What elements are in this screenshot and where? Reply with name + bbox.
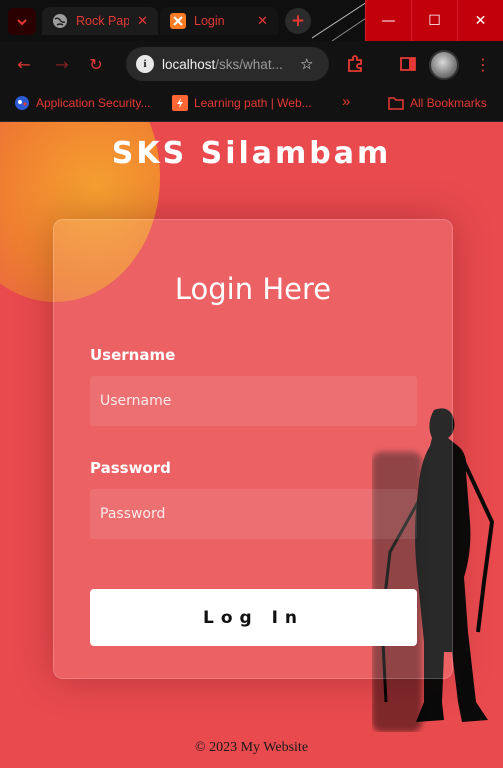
- bookmark-star-icon[interactable]: ☆: [300, 55, 313, 73]
- app-security-icon: [14, 95, 30, 111]
- side-panel-icon: [400, 57, 416, 71]
- arrow-right-icon: →: [55, 54, 69, 74]
- menu-button[interactable]: ⋮: [473, 54, 493, 74]
- close-icon[interactable]: ✕: [257, 14, 268, 29]
- tab-rock-paper[interactable]: Rock Pape ✕: [42, 7, 158, 35]
- url-text: localhost/sks/what...: [162, 56, 283, 72]
- bookmark-item[interactable]: Application Security...: [14, 95, 151, 111]
- bookmarks-overflow-button[interactable]: »: [342, 93, 350, 110]
- portswigger-icon: [172, 95, 188, 111]
- footer-text: © 2023 My Website: [194, 740, 309, 755]
- profile-avatar[interactable]: [429, 50, 459, 80]
- theme-decoration: [312, 1, 372, 41]
- minimize-icon: —: [381, 12, 396, 29]
- minimize-button[interactable]: —: [365, 0, 411, 41]
- login-heading: Login Here: [174, 272, 332, 306]
- globe-icon: [52, 13, 68, 29]
- address-bar[interactable]: i localhost/sks/what... ☆: [126, 47, 329, 81]
- login-card: Login Here Username Password Log In: [53, 219, 453, 679]
- username-input[interactable]: [90, 376, 417, 426]
- chevron-down-icon: [17, 18, 27, 25]
- close-icon: ✕: [474, 12, 487, 29]
- plus-icon: +: [290, 11, 306, 31]
- tab-search-button[interactable]: [8, 8, 36, 35]
- close-icon[interactable]: ✕: [137, 14, 148, 29]
- folder-icon: [388, 95, 404, 111]
- tab-title: Login: [194, 14, 225, 28]
- site-title: SKS Silambam: [111, 136, 392, 171]
- maximize-button[interactable]: ☐: [411, 0, 457, 41]
- bookmark-item[interactable]: Learning path | Web...: [172, 95, 312, 111]
- back-button[interactable]: ←: [14, 54, 34, 74]
- bookmarks-bar: Application Security... Learning path | …: [0, 87, 503, 122]
- tab-strip: Rock Pape ✕ Login ✕ + — ☐ ✕: [0, 0, 503, 41]
- all-bookmarks-button[interactable]: All Bookmarks: [388, 95, 487, 111]
- side-panel-button[interactable]: [398, 54, 418, 74]
- username-label: Username: [90, 346, 176, 364]
- arrow-left-icon: ←: [17, 54, 31, 74]
- tab-title: Rock Pape: [76, 14, 130, 28]
- reload-button[interactable]: ↻: [86, 54, 106, 74]
- xampp-icon: [170, 13, 186, 29]
- info-icon[interactable]: i: [136, 55, 154, 73]
- extensions-button[interactable]: [345, 54, 365, 74]
- window-controls: — ☐ ✕: [365, 0, 503, 41]
- browser-toolbar: ← → ↻ i localhost/sks/what... ☆ ⋮: [0, 41, 503, 87]
- password-label: Password: [90, 459, 171, 477]
- maximize-icon: ☐: [428, 12, 441, 29]
- login-page: SKS Silambam Login Here Username Passwor…: [0, 122, 503, 768]
- login-button[interactable]: Log In: [90, 589, 417, 646]
- new-tab-button[interactable]: +: [285, 8, 311, 34]
- password-input[interactable]: [90, 489, 417, 539]
- close-window-button[interactable]: ✕: [457, 0, 503, 41]
- kebab-menu-icon: ⋮: [475, 54, 491, 74]
- puzzle-icon: [348, 55, 362, 72]
- reload-icon: ↻: [89, 54, 103, 74]
- forward-button[interactable]: →: [52, 54, 72, 74]
- tab-login[interactable]: Login ✕: [160, 7, 278, 35]
